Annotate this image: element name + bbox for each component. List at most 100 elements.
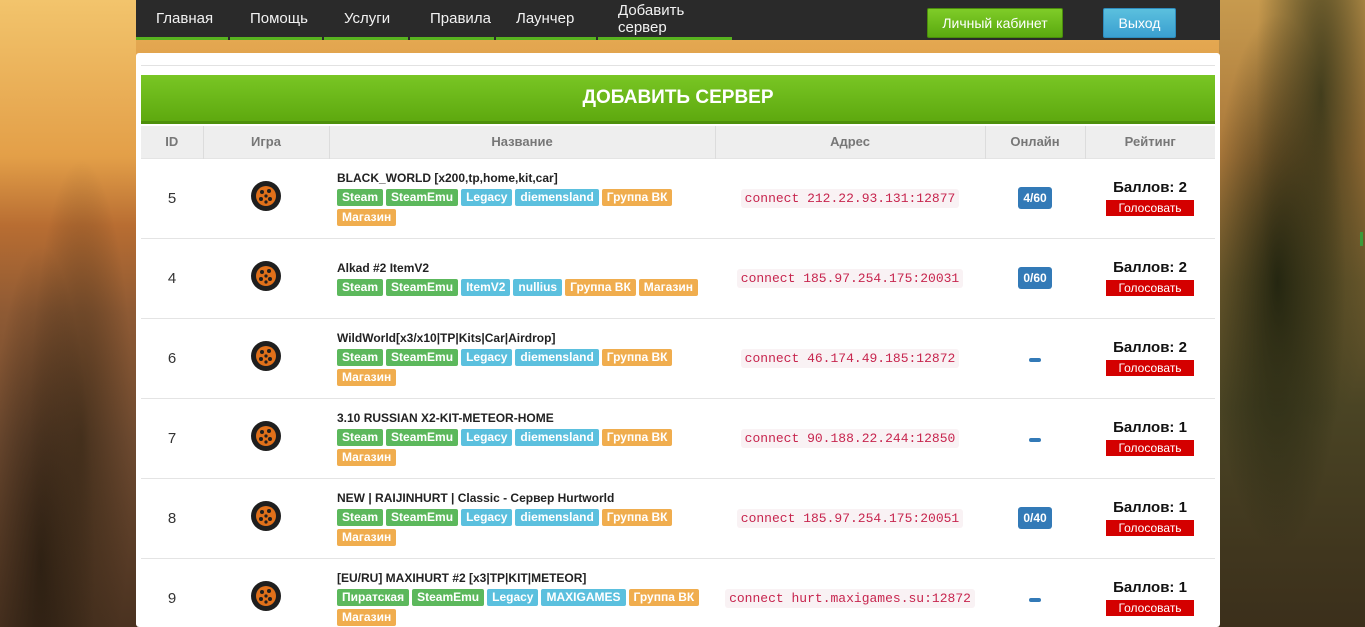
server-address[interactable]: connect 212.22.93.131:12877 [740,188,960,208]
divider [141,65,1215,66]
server-tag[interactable]: SteamEmu [412,588,485,606]
server-tag[interactable]: diemensland [515,348,599,366]
server-address[interactable]: connect hurt.maxigames.su:12872 [725,588,975,608]
server-tag[interactable]: Legacy [487,588,539,606]
top-navigation: Главная Помощь Услуги Правила Лаунчер До… [136,0,1220,40]
add-server-banner[interactable]: ДОБАВИТЬ СЕРВЕР [141,75,1215,124]
vote-button[interactable]: Голосовать [1106,520,1194,536]
vote-button[interactable]: Голосовать [1106,440,1194,456]
tag-list: Steam SteamEmu Legacy diemensland Группа ВК М… [337,188,717,226]
server-id: 6 [141,317,203,398]
tag-list: Steam SteamEmu Legacy diemensland Группа ВК М… [337,348,717,386]
nav-item-home[interactable]: Главная [136,0,228,40]
table-header-row: ID Игра Название Адрес Онлайн Рейтинг [141,126,1215,158]
server-tag[interactable]: SteamEmu [386,508,459,526]
server-tag[interactable]: Steam [337,428,384,446]
game-cell [203,237,329,318]
server-tag[interactable]: SteamEmu [386,348,459,366]
server-tag[interactable]: Legacy [461,508,513,526]
name-cell: BLACK_WORLD [x200,tp,home,kit,car] Steam… [329,157,717,238]
nav-item-add-server[interactable]: Добавить сервер [598,0,732,40]
game-cell [203,397,329,478]
vote-button[interactable]: Голосовать [1106,200,1194,216]
background-landscape-right [1219,0,1365,627]
server-tag[interactable]: Магазин [638,278,699,296]
tag-list: Пиратская SteamEmu Legacy MAXIGAMES Группа В… [337,588,717,626]
server-address[interactable]: connect 185.97.254.175:20051 [736,508,964,528]
server-id: 7 [141,397,203,478]
online-cell [985,397,1085,478]
server-tag[interactable]: ItemV2 [461,278,511,296]
online-badge: 0/60 [1018,267,1052,289]
server-name[interactable]: 3.10 RUSSIAN X2-KIT-METEOR-HOME [337,411,715,425]
server-name[interactable]: BLACK_WORLD [x200,tp,home,kit,car] [337,171,715,185]
server-id: 4 [141,237,203,318]
server-tag[interactable]: nullius [513,278,563,296]
nav-item-rules[interactable]: Правила [410,0,494,40]
nav-menu: Главная Помощь Услуги Правила Лаунчер До… [136,0,734,40]
online-empty-indicator [1029,598,1041,603]
name-cell: [EU/RU] MAXIHURT #2 [x3|TP|KIT|METEOR] П… [329,557,717,627]
nav-item-services[interactable]: Услуги [324,0,408,40]
vote-button[interactable]: Голосовать [1106,600,1194,617]
server-tag[interactable]: Steam [337,278,384,296]
vote-button[interactable]: Голосовать [1106,280,1194,296]
server-tag[interactable]: Группа ВК [601,188,673,206]
rating-cell: Баллов: 1 Голосовать [1085,477,1215,558]
server-tag[interactable]: Магазин [337,448,397,466]
server-tag[interactable]: Группа ВК [601,508,673,526]
server-name[interactable]: [EU/RU] MAXIHURT #2 [x3|TP|KIT|METEOR] [337,571,715,585]
server-tag[interactable]: Группа ВК [601,428,673,446]
server-tag[interactable]: Legacy [461,348,513,366]
server-tag[interactable]: Legacy [461,428,513,446]
server-id: 8 [141,477,203,558]
logout-button[interactable]: Выход [1103,8,1176,38]
nav-item-launcher[interactable]: Лаунчер [496,0,596,40]
server-tag[interactable]: Steam [337,348,384,366]
vote-button[interactable]: Голосовать [1106,360,1194,376]
server-tag[interactable]: Магазин [337,528,397,546]
hurtworld-game-icon [250,180,282,212]
server-tag[interactable]: MAXIGAMES [541,588,626,606]
server-name[interactable]: WildWorld[x3/x10|TP|Kits|Car|Airdrop] [337,331,715,345]
server-tag[interactable]: Legacy [461,188,513,206]
table-row: 9 [EU/RU] MAXIHURT #2 [x3|TP|KIT|METEOR]… [141,557,1215,627]
nav-item-help[interactable]: Помощь [230,0,322,40]
online-cell [985,557,1085,627]
server-tag[interactable]: Магазин [337,368,397,386]
server-tag[interactable]: SteamEmu [386,278,459,296]
server-tag[interactable]: Группа ВК [628,588,700,606]
server-tag[interactable]: diemensland [515,188,599,206]
hurtworld-game-icon [250,420,282,452]
server-tag[interactable]: Пиратская [337,588,410,606]
game-cell [203,157,329,238]
address-cell: connect 185.97.254.175:20051 [715,477,985,558]
server-name[interactable]: Alkad #2 ItemV2 [337,261,715,275]
server-tag[interactable]: diemensland [515,508,599,526]
server-tag[interactable]: Steam [337,508,384,526]
rating-cell: Баллов: 2 Голосовать [1085,157,1215,238]
server-tag[interactable]: Группа ВК [565,278,636,296]
hurtworld-game-icon [250,260,282,292]
server-tag[interactable]: SteamEmu [386,188,459,206]
server-tag[interactable]: diemensland [515,428,599,446]
personal-cabinet-button[interactable]: Личный кабинет [927,8,1063,38]
server-tag[interactable]: Магазин [337,608,397,626]
server-tag[interactable]: SteamEmu [386,428,459,446]
server-tag[interactable]: Группа ВК [601,348,673,366]
server-address[interactable]: connect 185.97.254.175:20031 [736,268,964,288]
address-cell: connect 185.97.254.175:20031 [715,237,985,318]
server-tag[interactable]: Steam [337,188,384,206]
server-address[interactable]: connect 46.174.49.185:12872 [740,348,960,368]
background-landscape-left [0,0,136,627]
rating-score: Баллов: 1 [1113,499,1187,516]
scrollbar-thumb[interactable] [1360,232,1363,246]
name-cell: WildWorld[x3/x10|TP|Kits|Car|Airdrop] St… [329,317,717,398]
rating-score: Баллов: 1 [1113,579,1187,597]
server-address[interactable]: connect 90.188.22.244:12850 [740,428,960,448]
header-name: Название [329,126,716,158]
server-table: ID Игра Название Адрес Онлайн Рейтинг 5 … [141,126,1215,627]
tag-list: Steam SteamEmu Legacy diemensland Группа ВК М… [337,508,717,546]
server-tag[interactable]: Магазин [337,208,397,226]
server-name[interactable]: NEW | RAIJINHURT | Classic - Сервер Hurt… [337,491,715,505]
